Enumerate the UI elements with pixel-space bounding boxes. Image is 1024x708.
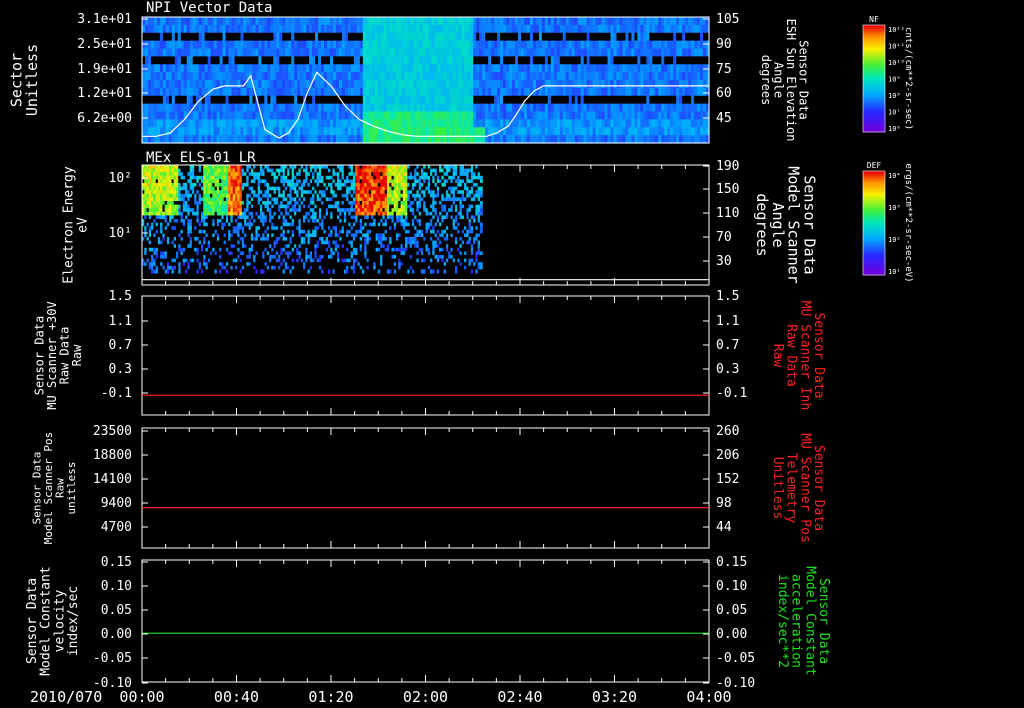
- panel-4: [141, 428, 710, 548]
- panel-2-heatmap: [142, 165, 483, 274]
- multi-panel-figure: NPI Vector DataMEx ELS-01 LR3.1e+012.5e+…: [7, 0, 913, 706]
- panel-5: [141, 560, 710, 682]
- panel-3: [141, 296, 710, 415]
- panel-1-heatmap: [142, 17, 710, 144]
